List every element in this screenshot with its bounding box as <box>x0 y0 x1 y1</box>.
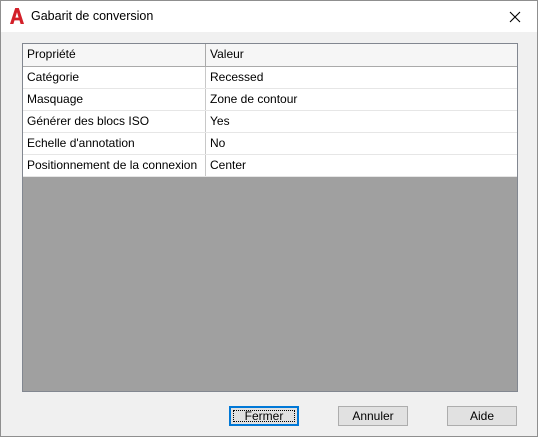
cancel-button[interactable]: Annuler <box>338 406 408 426</box>
property-cell: Générer des blocs ISO <box>23 111 206 132</box>
close-window-button[interactable] <box>493 1 537 32</box>
window-title: Gabarit de conversion <box>31 9 154 23</box>
value-cell[interactable]: No <box>206 133 517 154</box>
property-cell: Echelle d'annotation <box>23 133 206 154</box>
grid-row[interactable]: Catégorie Recessed <box>23 67 517 89</box>
autocad-app-icon <box>10 8 24 24</box>
close-button[interactable]: Fermer <box>229 406 299 426</box>
close-button-label: Fermer <box>244 409 284 423</box>
dialog-window: Gabarit de conversion Propriété Valeur C… <box>0 0 538 437</box>
property-cell: Masquage <box>23 89 206 110</box>
header-property[interactable]: Propriété <box>23 44 206 66</box>
value-cell[interactable]: Recessed <box>206 67 517 88</box>
help-button[interactable]: Aide <box>447 406 517 426</box>
cancel-button-label: Annuler <box>352 409 394 423</box>
grid-row[interactable]: Générer des blocs ISO Yes <box>23 111 517 133</box>
property-grid: Propriété Valeur Catégorie Recessed Masq… <box>22 43 518 392</box>
value-cell[interactable]: Zone de contour <box>206 89 517 110</box>
close-icon <box>509 11 521 22</box>
value-cell[interactable]: Yes <box>206 111 517 132</box>
header-value[interactable]: Valeur <box>206 44 517 66</box>
grid-row[interactable]: Masquage Zone de contour <box>23 89 517 111</box>
property-cell: Positionnement de la connexion <box>23 155 206 176</box>
grid-row[interactable]: Echelle d'annotation No <box>23 133 517 155</box>
help-button-label: Aide <box>469 409 495 423</box>
grid-header: Propriété Valeur <box>23 44 517 67</box>
property-cell: Catégorie <box>23 67 206 88</box>
grid-row[interactable]: Positionnement de la connexion Center <box>23 155 517 177</box>
title-bar[interactable]: Gabarit de conversion <box>1 1 537 32</box>
value-cell[interactable]: Center <box>206 155 517 176</box>
